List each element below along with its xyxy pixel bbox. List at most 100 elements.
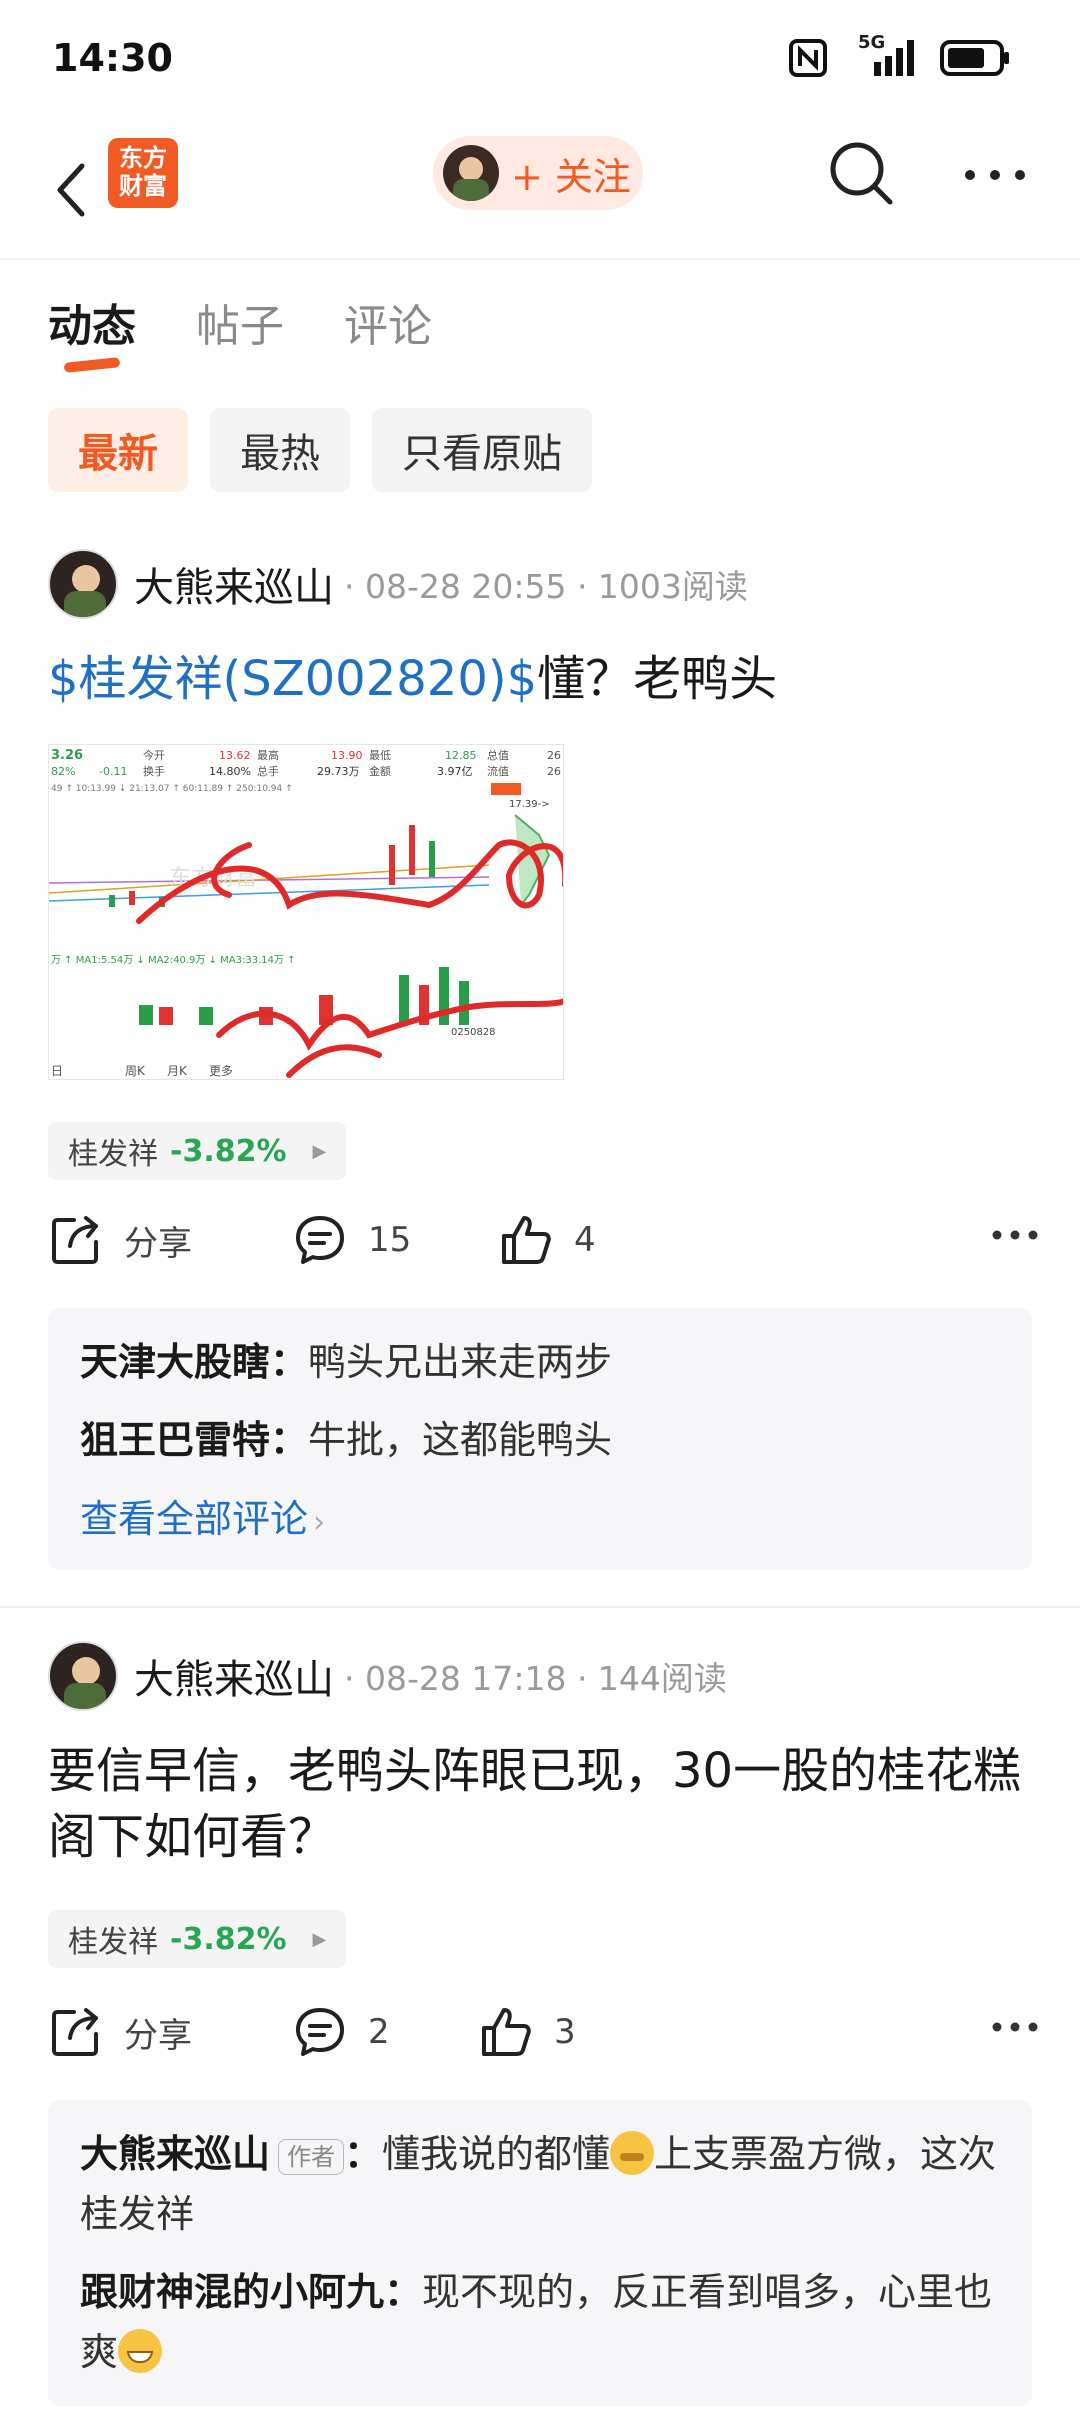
view-all-label: 查看全部评论 [80, 1497, 309, 1541]
comment-icon [296, 1216, 344, 1264]
chevron-right-icon: › [313, 1505, 326, 1540]
comment-button[interactable]: 15 [292, 1212, 411, 1268]
comment-count: 2 [368, 2012, 390, 2052]
comment-item[interactable]: 天津大股瞎：鸭头兄出来走两步 [80, 1332, 1000, 1392]
like-button[interactable]: 3 [478, 2004, 576, 2060]
comment-item[interactable]: 大熊来巡山 作者 ：懂我说的都懂 上支票盈方微，这次桂发祥 [80, 2124, 1000, 2244]
post-divider [0, 1606, 1080, 1608]
stock-tag-name: 桂发祥 [68, 1137, 158, 1172]
share-label: 分享 [124, 1223, 192, 1264]
comment-icon [296, 2008, 344, 2056]
battery-icon [940, 40, 1009, 76]
chart-price-marker: 17.39-> [509, 799, 550, 810]
post-meta: · 08-28 17:18 · 144阅读 [344, 1659, 727, 1698]
post-author[interactable]: 大熊来巡山 [134, 1647, 334, 1705]
chart-header-12: 换手 [143, 764, 165, 778]
post-meta: · 08-28 20:55 · 1003阅读 [344, 567, 748, 606]
comment-author[interactable]: 大熊来巡山 [80, 2132, 270, 2176]
post-actions: 分享 15 4 [48, 1212, 1038, 1282]
chart-vol-line: 万 ↑ MA1:5.54万 ↓ MA2:40.9万 ↓ MA3:33.14万 ↑ [51, 955, 296, 966]
grin-emoji-icon [118, 2329, 163, 2373]
filter-hot[interactable]: 最热 [210, 408, 350, 492]
status-icons: 5G [788, 32, 1010, 78]
like-button[interactable]: 4 [498, 1212, 596, 1268]
chart-tab-month: 月K [167, 1064, 188, 1078]
post-actions: 分享 2 3 [48, 2004, 1038, 2074]
share-icon [52, 2008, 98, 2056]
post-card[interactable]: 大熊来巡山 · 08-28 17:18 · 144阅读 要信早信，老鸭头阵眼已现… [0, 1640, 1080, 2412]
play-icon: ▶ [312, 1140, 327, 1162]
chart-tab-day: 日 [51, 1064, 63, 1078]
more-icon[interactable] [960, 160, 1030, 190]
chart-header-14: 总手 [257, 764, 279, 778]
nfc-icon [789, 39, 827, 77]
post-card[interactable]: 大熊来巡山 · 08-28 20:55 · 1003阅读 $桂发祥(SZ0028… [0, 548, 1080, 1570]
chart-header-1: 3.26 [51, 748, 83, 763]
search-icon[interactable] [826, 138, 896, 208]
thumbs-up-icon [502, 1216, 551, 1264]
chart-header-10: 82% [51, 765, 75, 778]
filter-bar: 最新 最热 只看原贴 [48, 408, 592, 492]
filter-original-only[interactable]: 只看原贴 [372, 408, 592, 492]
like-count: 4 [574, 1220, 596, 1260]
chart-header-6: 最低 [369, 749, 391, 762]
stock-chart-image[interactable]: 3.26 今开 13.62 最高 13.90 最低 12.85 总值 26 82… [48, 744, 564, 1080]
chart-header-11: -0.11 [99, 765, 127, 778]
avatar[interactable] [48, 1641, 118, 1711]
post-header: 大熊来巡山 · 08-28 17:18 · 144阅读 [48, 1640, 727, 1712]
chart-header-16: 金额 [369, 764, 391, 778]
chart-header-8: 总值 [487, 748, 509, 762]
post-content: $桂发祥(SZ002820)$懂？老鸭头 [48, 646, 1038, 712]
chart-header-4: 最高 [257, 748, 279, 762]
chart-header-9: 26 [547, 749, 561, 762]
chart-tab-more: 更多 [209, 1064, 233, 1078]
comment-author[interactable]: 天津大股瞎 [80, 1340, 270, 1384]
back-icon[interactable] [44, 144, 104, 234]
share-button[interactable]: 分享 [48, 1212, 192, 1268]
share-label: 分享 [124, 2015, 192, 2056]
stock-link[interactable]: $桂发祥(SZ002820)$ [48, 651, 537, 707]
tab-comments[interactable]: 评论 [344, 290, 432, 354]
stock-tag-change: -3.82% [170, 1133, 287, 1169]
comment-text: 牛批，这都能鸭头 [308, 1418, 613, 1462]
play-icon: ▶ [312, 1928, 327, 1950]
share-button[interactable]: 分享 [48, 2004, 192, 2060]
chart-date-code: 0250828 [451, 1027, 496, 1038]
nav-bar: 东方 财富 + 关注 [0, 120, 1080, 260]
share-icon [52, 1216, 98, 1264]
follow-label: + 关注 [511, 154, 631, 199]
active-tab-indicator [63, 357, 121, 373]
stock-tag[interactable]: 桂发祥 -3.82% ▶ [48, 1910, 347, 1968]
comment-author[interactable]: 狙王巴雷特 [80, 1418, 270, 1462]
like-count: 3 [554, 2012, 576, 2052]
comment-text: 懂我说的都懂 [382, 2132, 611, 2176]
view-all-comments-link[interactable]: 查看全部评论 › [80, 1488, 1000, 1543]
comment-item[interactable]: 跟财神混的小阿九：现不现的，反正看到唱多，心里也爽 [80, 2262, 1000, 2382]
brand-logo[interactable]: 东方 财富 [108, 138, 178, 208]
filter-latest[interactable]: 最新 [48, 408, 188, 492]
comment-item[interactable]: 狙王巴雷特：牛批，这都能鸭头 [80, 1410, 1000, 1470]
more-icon[interactable] [992, 2020, 1038, 2034]
tab-posts[interactable]: 帖子 [196, 290, 284, 354]
thumbs-up-icon [482, 2008, 531, 2056]
chart-ma-line: 49 ↑ 10:13.99 ↓ 21:13.07 ↑ 60:11.89 ↑ 25… [51, 784, 293, 794]
follow-button[interactable]: + 关注 [433, 136, 643, 210]
post-text: 懂？老鸭头 [537, 651, 778, 707]
avatar[interactable] [48, 549, 118, 619]
stock-tag-name: 桂发祥 [68, 1925, 158, 1960]
post-author[interactable]: 大熊来巡山 [134, 555, 334, 613]
tab-dynamic[interactable]: 动态 [48, 290, 136, 354]
comment-text: 鸭头兄出来走两步 [308, 1340, 613, 1384]
avatar [443, 145, 499, 201]
chart-header-2: 今开 [143, 748, 165, 762]
comment-author[interactable]: 跟财神混的小阿九 [80, 2270, 384, 2314]
comment-preview: 大熊来巡山 作者 ：懂我说的都懂 上支票盈方微，这次桂发祥 跟财神混的小阿九：现不现的… [48, 2100, 1032, 2406]
chart-header-19: 26 [547, 765, 561, 778]
stock-tag[interactable]: 桂发祥 -3.82% ▶ [48, 1122, 347, 1180]
tab-bar: 动态 帖子 评论 [0, 290, 1080, 380]
post-text: 要信早信，老鸭头阵眼已现，30一股的桂花糕阁下如何看？ [48, 1743, 1022, 1865]
author-badge: 作者 [278, 2138, 345, 2175]
chart-header-3: 13.62 [219, 749, 251, 762]
comment-button[interactable]: 2 [292, 2004, 390, 2060]
more-icon[interactable] [992, 1228, 1038, 1242]
